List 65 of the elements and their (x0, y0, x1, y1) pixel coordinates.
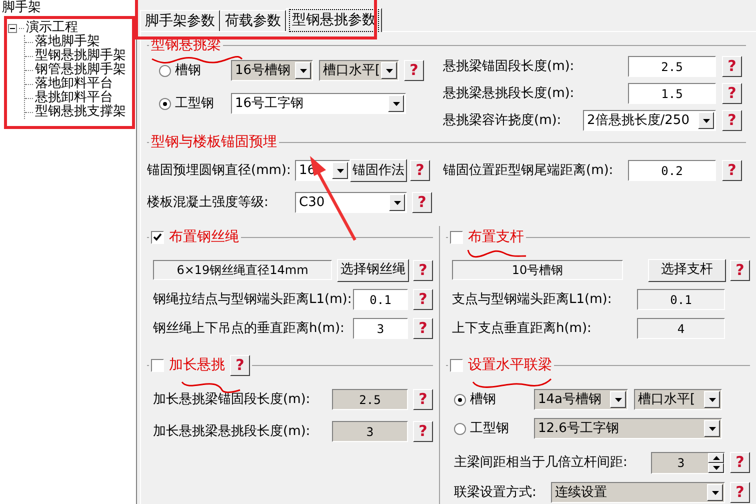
tree-item[interactable]: 悬挑卸料平台 (33, 91, 113, 105)
field-label: 楼板混凝土强度等级: (147, 194, 270, 212)
field-label: 加长悬挑梁悬挑段长度(m): (153, 422, 312, 441)
push-button[interactable]: 选择支杆 (648, 258, 726, 282)
dropdown[interactable]: 槽口水平[ (319, 60, 399, 81)
input-field[interactable]: 0.2 (628, 160, 716, 181)
field-label: 悬挑梁容许挠度(m): (443, 112, 562, 130)
push-button[interactable]: 锚固作法 (350, 159, 407, 182)
dropdown[interactable]: 槽口水平[ (634, 389, 722, 410)
tab[interactable]: 脚手架参数 (140, 10, 220, 31)
group-title: 设置水平联梁 (468, 356, 552, 374)
dropdown[interactable]: 14a号槽钢 (534, 389, 628, 410)
field-label: 悬挑梁悬挑段长度(m): (443, 84, 576, 103)
tree-item[interactable]: 脚手架 (2, 0, 41, 15)
dropdown[interactable]: 2倍悬挑长度/250 (583, 110, 716, 131)
field-label: 加长悬挑梁锚固段长度(m): (153, 390, 312, 409)
field-label: 工型钢 (470, 420, 509, 438)
field-label: 锚固位置距型钢尾端距离(m): (443, 162, 614, 180)
input-field[interactable]: 0.1 (353, 289, 408, 310)
tree-item[interactable]: 落地卸料平台 (33, 77, 113, 91)
group-title: 型钢与楼板锚固预埋 (151, 132, 277, 152)
help-button[interactable]: ? (413, 260, 433, 280)
help-button[interactable]: ? (412, 192, 432, 213)
input-field[interactable]: 1.5 (628, 83, 716, 104)
group-title: 布置支杆 (468, 228, 524, 246)
input-field[interactable]: 0.1 (637, 289, 725, 310)
tree-item[interactable]: 型钢悬挑支撑架 (33, 105, 126, 119)
dropdown[interactable]: 16号槽钢 (231, 60, 313, 81)
display-field: 6×19钢丝绳直径14mm (153, 260, 332, 280)
tree-item[interactable]: 演示工程 (26, 21, 78, 35)
field-label: 主梁间距相当于几倍立杆间距: (454, 454, 628, 472)
field-label: 工型钢 (175, 94, 214, 113)
help-button[interactable]: ? (413, 318, 433, 339)
tree-item[interactable]: 落地脚手架 (33, 35, 100, 49)
help-button[interactable]: ? (404, 60, 424, 81)
field-label: 钢丝绳上下吊点的垂直距离h(m): (153, 320, 346, 338)
field-label: 钢绳拉结点与型钢端头距离L1(m): (153, 290, 353, 309)
help-button[interactable]: ? (722, 56, 742, 77)
input-field[interactable]: 2.5 (628, 56, 716, 77)
help-button[interactable]: ? (722, 83, 742, 104)
tree-item[interactable]: 钢管悬挑脚手架 (33, 63, 126, 77)
dropdown[interactable]: C30 (295, 192, 407, 213)
input-field[interactable]: 3 (353, 318, 408, 339)
help-button[interactable]: ? (730, 260, 750, 280)
help-button[interactable]: ? (230, 354, 250, 376)
tab[interactable]: 型钢悬挑参数 (286, 8, 382, 32)
group-title: 布置钢丝绳 (169, 228, 239, 246)
field-label: 支点与型钢端头距离L1(m): (452, 290, 613, 309)
tree-item[interactable]: 型钢悬挑脚手架 (33, 49, 126, 63)
help-button[interactable]: ? (722, 110, 742, 131)
help-button[interactable]: ? (410, 160, 430, 181)
group-title: 加长悬挑 (169, 356, 225, 374)
input-field[interactable]: 4 (637, 318, 725, 339)
dropdown[interactable]: 12.6号工字钢 (534, 418, 722, 439)
field-label: 槽钢 (175, 62, 201, 80)
field-label: 悬挑梁锚固段长度(m): (443, 58, 576, 76)
field-label: 槽钢 (470, 390, 496, 409)
dropdown[interactable]: 16号工字钢 (231, 93, 406, 114)
field-label: 联梁设置方式: (454, 484, 538, 502)
help-button[interactable]: ? (722, 160, 742, 181)
push-button[interactable]: 选择钢丝绳 (337, 258, 409, 282)
help-button[interactable]: ? (413, 289, 433, 310)
field-label: 锚固预埋圆钢直径(mm): (147, 162, 292, 180)
display-field: 10号槽钢 (452, 260, 623, 280)
field-label: 上下支点垂直距离h(m): (452, 320, 592, 338)
